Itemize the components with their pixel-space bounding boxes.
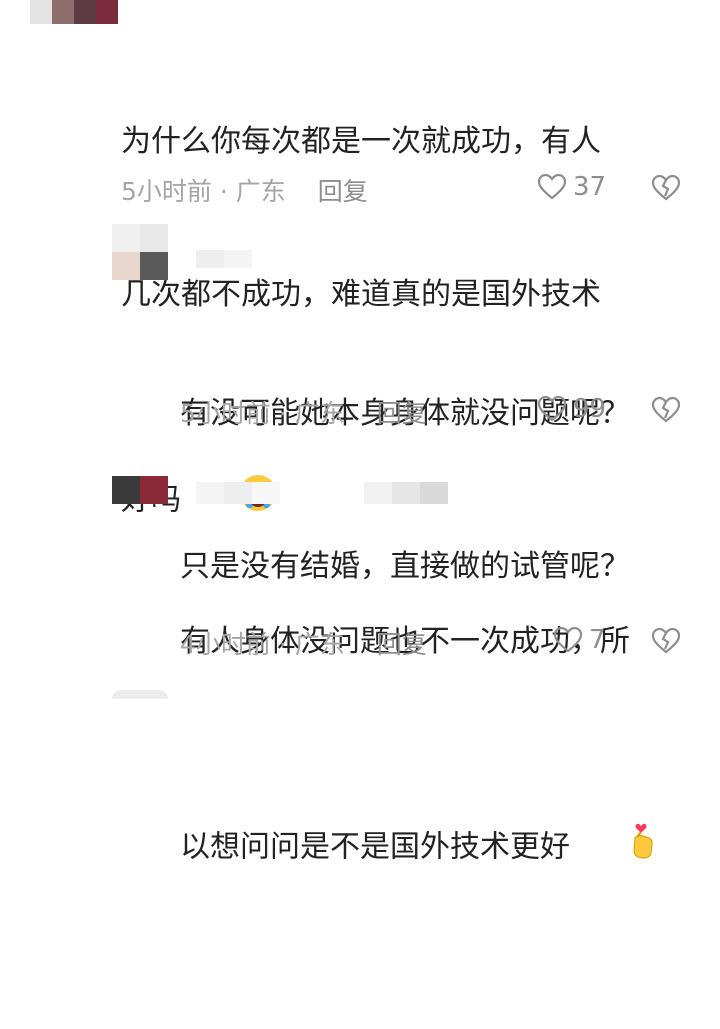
- like-count: 99: [573, 394, 607, 424]
- broken-heart-icon[interactable]: [651, 627, 681, 659]
- username-mosaic: [308, 482, 336, 504]
- username-mosaic: [196, 250, 224, 268]
- username-mosaic: [280, 482, 308, 504]
- comment-line: 为什么你每次都是一次就成功，有人: [121, 124, 601, 159]
- heart-icon: [553, 626, 583, 653]
- username-mosaic: [392, 482, 420, 504]
- broken-heart-icon[interactable]: [651, 396, 681, 428]
- like-count: 37: [573, 172, 607, 202]
- avatar-mosaic: [112, 224, 140, 252]
- avatar-mosaic: [30, 0, 52, 24]
- avatar[interactable]: [112, 224, 168, 280]
- comment-meta: 5小时前 · 广东 回复: [121, 172, 368, 208]
- username-mosaic: [364, 482, 392, 504]
- heart-icon: [537, 173, 567, 200]
- avatar[interactable]: [112, 476, 168, 504]
- reply-button[interactable]: 回复: [377, 394, 427, 430]
- avatar[interactable]: [112, 690, 168, 699]
- comment-time: 4小时前 · 广东: [180, 630, 345, 659]
- like-button[interactable]: 7: [553, 625, 606, 655]
- heart-icon: [537, 395, 567, 422]
- avatar[interactable]: [30, 0, 118, 24]
- username[interactable]: [196, 250, 252, 268]
- comment-meta: 4小时前 · 广东 回复: [180, 625, 427, 661]
- comment-time: 5小时前 · 广东: [121, 177, 286, 206]
- like-button[interactable]: 37: [537, 172, 606, 202]
- avatar-mosaic: [74, 0, 96, 24]
- comment-line-text: 以想问问是不是国外技术更好: [180, 829, 570, 865]
- username-mosaic: [224, 250, 252, 268]
- avatar-mosaic: [52, 0, 74, 24]
- username-mosaic: [420, 482, 448, 504]
- username-mosaic: [224, 482, 252, 504]
- finger-heart-icon: [570, 769, 657, 927]
- avatar-mosaic: [140, 252, 168, 280]
- username-mosaic: [336, 482, 364, 504]
- comment-meta: 5小时前 · 广东 回复: [180, 394, 427, 430]
- like-button[interactable]: 99: [537, 394, 606, 424]
- comment-line: 以想问问是不是国外技术更好: [180, 769, 700, 927]
- avatar-mosaic: [140, 224, 168, 252]
- reply-button[interactable]: 回复: [318, 172, 368, 208]
- avatar-mosaic: [96, 0, 118, 24]
- like-count: 7: [589, 625, 606, 655]
- avatar-mosaic: [140, 476, 168, 504]
- username-mosaic: [196, 482, 224, 504]
- comment-text: 有人身体没问题也不一次成功，所 以想问问是不是国外技术更好: [180, 514, 700, 1029]
- avatar-mosaic: [112, 476, 140, 504]
- broken-heart-icon[interactable]: [651, 174, 681, 206]
- avatar-mosaic: [112, 690, 168, 699]
- comment-time: 5小时前 · 广东: [180, 399, 345, 428]
- username[interactable]: [196, 482, 448, 504]
- reply-button[interactable]: 回复: [377, 625, 427, 661]
- username-mosaic: [252, 482, 280, 504]
- avatar-mosaic: [112, 252, 140, 280]
